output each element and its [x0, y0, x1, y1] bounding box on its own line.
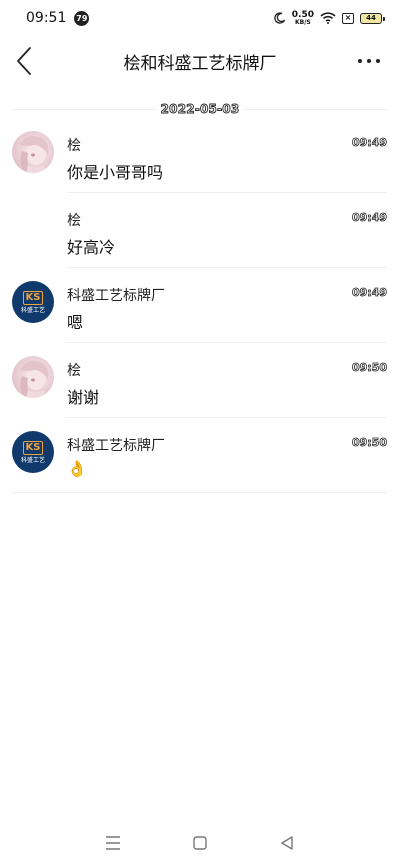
- back-button[interactable]: [12, 44, 36, 78]
- avatar[interactable]: [12, 131, 54, 173]
- message-time: 09:49: [351, 286, 388, 300]
- divider: [12, 492, 387, 493]
- dot-icon: [376, 59, 380, 63]
- avatar[interactable]: KS 科盛工艺: [12, 281, 54, 323]
- home-nav-button[interactable]: [185, 828, 215, 858]
- net-speed-unit: KB/S: [295, 18, 311, 26]
- sender-name: 科盛工艺标牌厂: [67, 438, 165, 454]
- no-sim-icon: ×: [342, 12, 354, 24]
- chat-history-page: 09:51 79 0.50 KB/S × 44 桧和科盛工艺标牌厂 2022-0…: [0, 0, 400, 867]
- girl-avatar-icon: [20, 361, 49, 398]
- brand-logo-name: 科盛工艺: [20, 306, 45, 314]
- date-divider: 2022-05-03: [12, 100, 388, 118]
- moon-icon: [274, 12, 285, 24]
- battery-icon: 44: [360, 12, 385, 24]
- date-label: 2022-05-03: [156, 102, 244, 116]
- avatar[interactable]: KS 科盛工艺: [12, 431, 54, 473]
- square-home-icon: [193, 836, 207, 850]
- sender-name: 科盛工艺标牌厂: [67, 288, 165, 304]
- status-time: 09:51: [26, 10, 67, 26]
- menu-icon: [106, 836, 121, 850]
- notification-badge: 79: [74, 10, 90, 26]
- girl-avatar-icon: [20, 136, 49, 173]
- message-item[interactable]: KS 科盛工艺 科盛工艺标牌厂 09:50 👌: [0, 418, 400, 493]
- message-time: 09:50: [351, 361, 388, 375]
- message-content: 👌: [67, 459, 87, 478]
- sender-name: 桧: [67, 213, 81, 229]
- sender-name: 桧: [67, 138, 81, 154]
- message-item[interactable]: KS 科盛工艺 科盛工艺标牌厂 09:49 嗯: [0, 268, 400, 343]
- avatar[interactable]: [12, 356, 54, 398]
- brand-logo-mark: KS: [22, 290, 44, 305]
- sender-name: 桧: [67, 363, 81, 379]
- menu-nav-button[interactable]: [98, 828, 128, 858]
- status-icons: 0.50 KB/S × 44: [274, 10, 385, 26]
- top-bar: 桧和科盛工艺标牌厂: [0, 38, 400, 84]
- status-bar: 09:51 79 0.50 KB/S × 44: [0, 0, 400, 36]
- message-content: 嗯: [67, 313, 84, 332]
- message-item[interactable]: 桧 09:49 你是小哥哥吗: [0, 118, 400, 193]
- message-item[interactable]: 桧 09:50 谢谢: [0, 343, 400, 418]
- wifi-icon: [320, 12, 336, 24]
- message-time: 09:49: [351, 136, 388, 150]
- dot-icon: [358, 59, 362, 63]
- message-time: 09:49: [351, 211, 388, 225]
- chevron-left-icon: [17, 47, 31, 75]
- message-time: 09:50: [351, 436, 388, 450]
- message-content: 好高冷: [67, 238, 116, 257]
- back-nav-button[interactable]: [272, 828, 302, 858]
- brand-logo-mark: KS: [22, 440, 44, 455]
- page-title: 桧和科盛工艺标牌厂: [123, 53, 277, 74]
- system-nav-bar: [0, 819, 400, 867]
- triangle-back-icon: [280, 836, 293, 850]
- message-content: 谢谢: [67, 388, 100, 407]
- brand-logo-name: 科盛工艺: [20, 456, 45, 464]
- dot-icon: [367, 59, 371, 63]
- message-item[interactable]: 桧 09:49 好高冷: [0, 193, 400, 268]
- more-options-button[interactable]: [354, 48, 384, 74]
- message-content: 你是小哥哥吗: [67, 163, 164, 182]
- network-speed: 0.50 KB/S: [292, 10, 314, 26]
